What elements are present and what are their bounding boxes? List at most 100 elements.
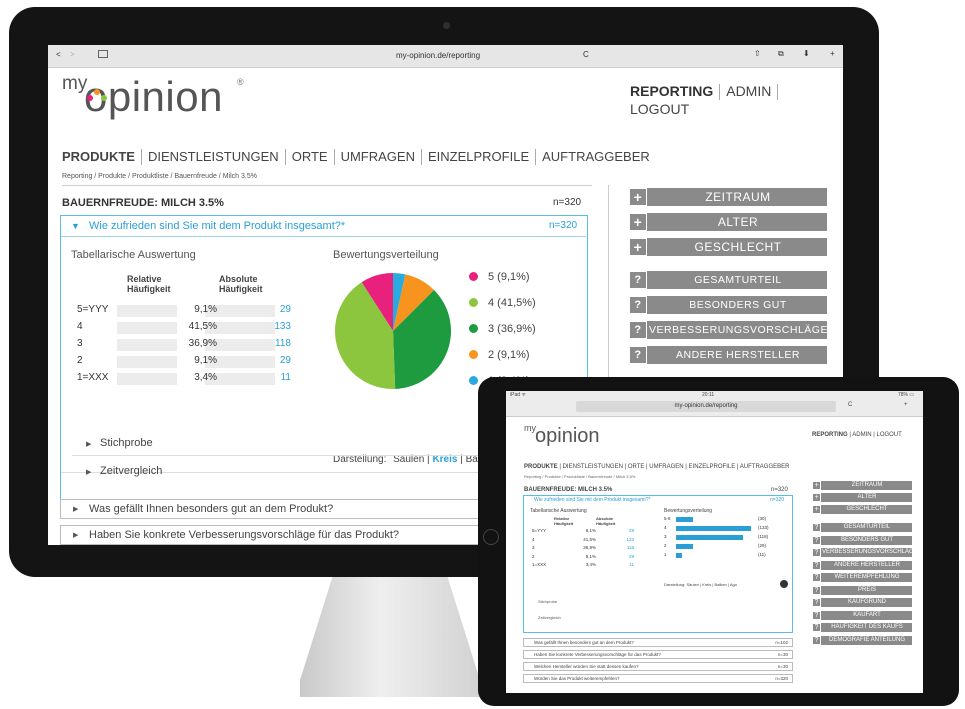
tablet-qfilter[interactable]: ? DEMOGRAFIE ANTEILUNG bbox=[812, 635, 912, 645]
display-options[interactable]: Darstellung: Säulen | Kreis | Balken | A… bbox=[664, 582, 737, 587]
tab-orte[interactable]: ORTE bbox=[628, 464, 645, 470]
filter-label: ALTER bbox=[857, 494, 877, 500]
sidebar-icon[interactable] bbox=[98, 50, 108, 58]
filter-alter[interactable]: + ALTER bbox=[629, 213, 827, 231]
expand-icon[interactable]: ▶ bbox=[86, 440, 91, 448]
tab-dienstleistungen[interactable]: DIENSTLEISTUNGEN bbox=[148, 149, 279, 164]
plus-icon: + bbox=[812, 481, 821, 490]
back-button[interactable]: < bbox=[56, 50, 61, 59]
tab-einzelprofile[interactable]: EINZELPROFILE bbox=[689, 464, 736, 470]
question-icon: ? bbox=[812, 610, 821, 620]
qfilter-besonders-gut[interactable]: ? BESONDERS GUT bbox=[629, 296, 827, 314]
question-icon: ? bbox=[812, 523, 821, 532]
question-row[interactable]: Haben Sie konkrete Verbesserungsvorschlä… bbox=[523, 650, 793, 659]
nav-logout[interactable]: LOGOUT bbox=[630, 101, 689, 117]
row-rel: 9,1% bbox=[585, 528, 596, 533]
nav-admin[interactable]: ADMIN bbox=[726, 83, 771, 99]
section-zeitvergleich[interactable]: Zeitvergleich bbox=[100, 465, 162, 477]
share-icon[interactable]: ⇧ bbox=[754, 49, 761, 58]
bar[interactable] bbox=[676, 517, 693, 522]
bar[interactable] bbox=[676, 535, 743, 540]
bar[interactable] bbox=[676, 544, 693, 549]
tablet-qfilter[interactable]: ? BESONDERS GUT bbox=[812, 535, 912, 545]
question-text[interactable]: Was gefällt Ihnen besonders gut an dem P… bbox=[534, 640, 634, 645]
forward-button[interactable]: > bbox=[70, 50, 75, 59]
home-button[interactable] bbox=[483, 529, 499, 545]
question-text[interactable]: Welchen Hersteller würden Sie statt dess… bbox=[534, 664, 638, 669]
question-row[interactable]: Was gefällt Ihnen besonders gut an dem P… bbox=[523, 638, 793, 647]
tablet-qfilter[interactable]: ? WEITEREMPFEHLUNG bbox=[812, 573, 912, 582]
product-title: BAUERNFREUDE: MILCH 3.5% bbox=[524, 487, 613, 493]
tablet-filter[interactable]: + ALTER bbox=[812, 493, 912, 502]
nav-reporting[interactable]: REPORTING bbox=[812, 432, 848, 438]
question-row[interactable]: Würden Sie das Produkt weiterempfehlen? n… bbox=[523, 674, 793, 683]
section-stichprobe[interactable]: Stichprobe bbox=[100, 437, 153, 449]
question-title[interactable]: Wie zufrieden sind Sie mit dem Produkt i… bbox=[534, 497, 650, 503]
plus-icon: + bbox=[629, 188, 647, 206]
tab-einzelprofile[interactable]: EINZELPROFILE bbox=[428, 149, 529, 164]
question-text[interactable]: Was gefällt Ihnen besonders gut an dem P… bbox=[89, 503, 333, 515]
row-abs[interactable]: 11 bbox=[257, 372, 291, 383]
bar[interactable] bbox=[676, 526, 751, 531]
tablet-qfilter[interactable]: ? KAUFGRUND bbox=[812, 598, 912, 607]
tablet-url-bar[interactable]: my-opinion.de/reporting bbox=[576, 401, 836, 412]
tablet-qfilter[interactable]: ? GESAMTURTEIL bbox=[812, 523, 912, 532]
tab-umfragen[interactable]: UMFRAGEN bbox=[341, 149, 415, 164]
nav-logout[interactable]: LOGOUT bbox=[876, 432, 901, 438]
qfilter-verbesserung[interactable]: ? VERBESSERUNGSVORSCHLÄGE bbox=[629, 321, 827, 339]
divider bbox=[61, 236, 586, 237]
filter-geschlecht[interactable]: + GESCHLECHT bbox=[629, 238, 827, 256]
breadcrumb[interactable]: Reporting / Produkte / Produktliste / Ba… bbox=[524, 474, 635, 479]
tab-produkte[interactable]: PRODUKTE bbox=[62, 149, 135, 164]
tab-orte[interactable]: ORTE bbox=[292, 149, 328, 164]
question-count: n=320 bbox=[775, 676, 788, 681]
expand-icon[interactable]: ▶ bbox=[73, 531, 78, 539]
tablet-qfilter[interactable]: ? VERBESSERUNGSVORSCHLÄGE bbox=[812, 548, 918, 557]
question-text[interactable]: Würden Sie das Produkt weiterempfehlen? bbox=[534, 676, 620, 681]
tabs-icon[interactable]: ⧉ bbox=[778, 49, 784, 59]
question-text[interactable]: Haben Sie konkrete Verbesserungsvorschlä… bbox=[89, 529, 399, 541]
tablet-qfilter[interactable]: ? HÄUFIGKEIT DES KAUFS bbox=[812, 623, 912, 632]
tablet-qfilter[interactable]: ? KAUFART bbox=[812, 610, 912, 620]
question-text[interactable]: Haben Sie konkrete Verbesserungsvorschlä… bbox=[534, 652, 661, 657]
tab-auftraggeber[interactable]: AUFTRAGGEBER bbox=[542, 149, 650, 164]
row-abs[interactable]: 118 bbox=[257, 338, 291, 349]
row-abs[interactable]: 133 bbox=[257, 321, 291, 332]
question-title[interactable]: Wie zufrieden sind Sie mit dem Produkt i… bbox=[89, 220, 345, 232]
section-zeitvergleich[interactable]: Zeitvergleich bbox=[538, 615, 561, 620]
bar-value: (30) bbox=[758, 516, 767, 521]
download-icon[interactable] bbox=[780, 580, 788, 588]
nav-reporting[interactable]: REPORTING bbox=[630, 83, 713, 99]
tablet-filter[interactable]: + GESCHLECHT bbox=[812, 505, 912, 514]
row-abs[interactable]: 29 bbox=[257, 355, 291, 366]
bar[interactable] bbox=[676, 553, 682, 558]
filter-label: ANDERE HERSTELLER bbox=[675, 349, 801, 361]
filter-label: DEMOGRAFIE ANTEILUNG bbox=[828, 636, 905, 643]
new-tab-button[interactable]: + bbox=[830, 49, 835, 58]
new-tab-button[interactable]: + bbox=[904, 402, 908, 408]
tab-dienstleistungen[interactable]: DIENSTLEISTUNGEN bbox=[563, 464, 623, 470]
section-stichprobe[interactable]: Stichprobe bbox=[538, 599, 557, 604]
expand-icon[interactable]: ▶ bbox=[73, 505, 78, 513]
expand-icon[interactable]: ▶ bbox=[86, 468, 91, 476]
breadcrumb[interactable]: Reporting / Produkte / Produktliste / Ba… bbox=[62, 173, 257, 180]
qfilter-gesamturteil[interactable]: ? GESAMTURTEIL bbox=[629, 271, 827, 289]
reload-icon[interactable]: C bbox=[583, 50, 589, 59]
question-row[interactable]: Welchen Hersteller würden Sie statt dess… bbox=[523, 662, 793, 671]
reload-icon[interactable]: C bbox=[848, 402, 852, 408]
row-abs[interactable]: 29 bbox=[257, 304, 291, 315]
tab-produkte[interactable]: PRODUKTE bbox=[524, 464, 558, 470]
tablet-qfilter[interactable]: ? PREIS bbox=[812, 585, 912, 595]
product-count: n=320 bbox=[553, 197, 582, 208]
logo-dot-pink bbox=[87, 95, 93, 101]
tablet-qfilter[interactable]: ? ANDERE HERSTELLER bbox=[812, 560, 912, 570]
tablet-filter[interactable]: + ZEITRAUM bbox=[812, 481, 912, 490]
qfilter-andere-hersteller[interactable]: ? ANDERE HERSTELLER bbox=[629, 346, 827, 364]
tab-auftraggeber[interactable]: AUFTRAGGEBER bbox=[740, 464, 790, 470]
filter-zeitraum[interactable]: + ZEITRAUM bbox=[629, 188, 827, 206]
download-icon[interactable]: ⬇ bbox=[803, 49, 810, 58]
tab-umfragen[interactable]: UMFRAGEN bbox=[649, 464, 683, 470]
pie-chart[interactable] bbox=[333, 271, 453, 391]
collapse-icon[interactable]: ▼ bbox=[71, 221, 80, 231]
nav-admin[interactable]: ADMIN bbox=[852, 432, 871, 438]
